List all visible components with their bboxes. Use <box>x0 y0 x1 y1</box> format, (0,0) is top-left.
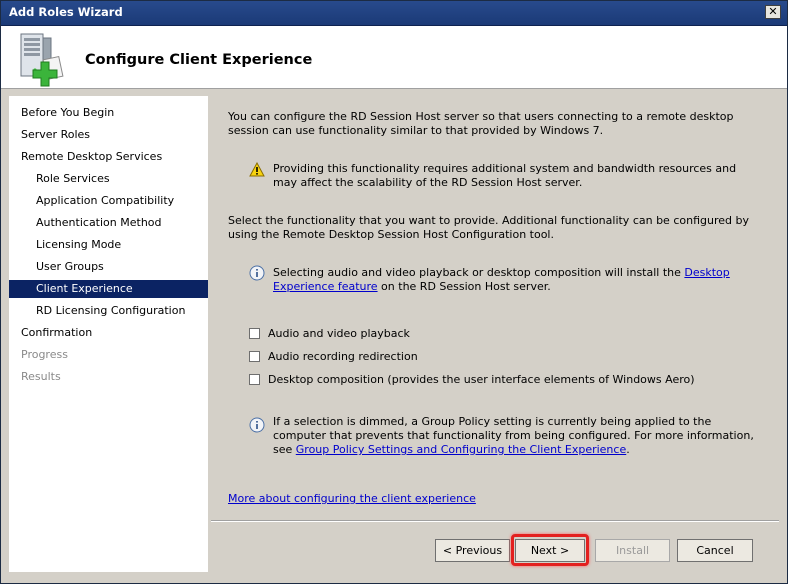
install-button: Install <box>595 539 670 562</box>
nav-item-results: Results <box>9 368 208 386</box>
nav-item-label: User Groups <box>36 260 104 273</box>
warning-icon <box>249 162 265 177</box>
nav-item-label: Results <box>21 370 61 383</box>
intro-text: You can configure the RD Session Host se… <box>228 110 734 137</box>
info-icon <box>249 417 265 433</box>
cancel-button[interactable]: Cancel <box>677 539 753 562</box>
audio-recording-redirection-checkbox[interactable] <box>249 351 260 362</box>
nav-item-label: Client Experience <box>36 282 133 295</box>
nav-item-label: Progress <box>21 348 68 361</box>
warning-text: Providing this functionality requires ad… <box>273 162 737 189</box>
nav-item-role-services[interactable]: Role Services <box>9 170 208 188</box>
nav-item-label: Before You Begin <box>21 106 115 119</box>
desktop-composition-checkbox[interactable] <box>249 374 260 385</box>
nav-item-progress: Progress <box>9 346 208 364</box>
nav-item-licensing-mode[interactable]: Licensing Mode <box>9 236 208 254</box>
footer-divider <box>211 520 779 522</box>
nav-item-label: Application Compatibility <box>36 194 175 207</box>
nav-item-label: Licensing Mode <box>36 238 122 251</box>
info-icon <box>249 265 265 281</box>
close-button[interactable]: ✕ <box>765 5 781 19</box>
window-title: Add Roles Wizard <box>9 5 123 19</box>
title-bar[interactable]: Add Roles Wizard ✕ <box>1 1 787 26</box>
nav-item-client-experience[interactable]: Client Experience <box>9 280 208 298</box>
info-desktop-experience-text: Selecting audio and video playback or de… <box>273 266 753 294</box>
group-policy-settings-link[interactable]: Group Policy Settings and Configuring th… <box>296 443 626 456</box>
nav-item-label: RD Licensing Configuration <box>36 304 186 317</box>
next-button[interactable]: Next > <box>515 539 585 562</box>
previous-button[interactable]: < Previous <box>435 539 510 562</box>
add-roles-wizard-window: Add Roles Wizard ✕ Configure Client Expe… <box>0 0 788 584</box>
nav-item-label: Remote Desktop Services <box>21 150 163 163</box>
checkbox-row-audio-recording[interactable]: Audio recording redirection <box>249 350 418 364</box>
nav-item-server-roles[interactable]: Server Roles <box>9 126 208 144</box>
nav-item-label: Confirmation <box>21 326 93 339</box>
audio-video-playback-checkbox[interactable] <box>249 328 260 339</box>
checkbox-label: Audio recording redirection <box>268 350 418 363</box>
server-with-green-plus-icon <box>20 33 64 87</box>
wizard-steps-nav: Before You Begin Server Roles Remote Des… <box>9 96 208 572</box>
checkbox-label: Audio and video playback <box>268 327 410 340</box>
select-functionality-text: Select the functionality that you want t… <box>228 214 749 241</box>
checkbox-label: Desktop composition (provides the user i… <box>268 373 695 386</box>
checkbox-row-desktop-composition[interactable]: Desktop composition (provides the user i… <box>249 373 695 387</box>
nav-item-label: Role Services <box>36 172 110 185</box>
more-about-client-experience-link[interactable]: More about configuring the client experi… <box>228 492 476 506</box>
nav-item-label: Authentication Method <box>36 216 162 229</box>
checkbox-row-audio-video[interactable]: Audio and video playback <box>249 327 410 341</box>
nav-item-authentication-method[interactable]: Authentication Method <box>9 214 208 232</box>
info-text-part: . <box>626 443 630 456</box>
info-text-part: on the RD Session Host server. <box>377 280 551 293</box>
nav-item-rd-licensing-configuration[interactable]: RD Licensing Configuration <box>9 302 208 320</box>
wizard-content: You can configure the RD Session Host se… <box>211 96 779 572</box>
nav-item-before-you-begin[interactable]: Before You Begin <box>9 104 208 122</box>
nav-item-remote-desktop-services[interactable]: Remote Desktop Services <box>9 148 208 166</box>
nav-item-application-compatibility[interactable]: Application Compatibility <box>9 192 208 210</box>
info-group-policy-text: If a selection is dimmed, a Group Policy… <box>273 415 758 457</box>
wizard-header: Configure Client Experience <box>1 26 787 89</box>
nav-item-confirmation[interactable]: Confirmation <box>9 324 208 342</box>
nav-item-label: Server Roles <box>21 128 91 141</box>
info-text-part: Selecting audio and video playback or de… <box>273 266 685 279</box>
nav-item-user-groups[interactable]: User Groups <box>9 258 208 276</box>
page-heading: Configure Client Experience <box>85 52 313 68</box>
